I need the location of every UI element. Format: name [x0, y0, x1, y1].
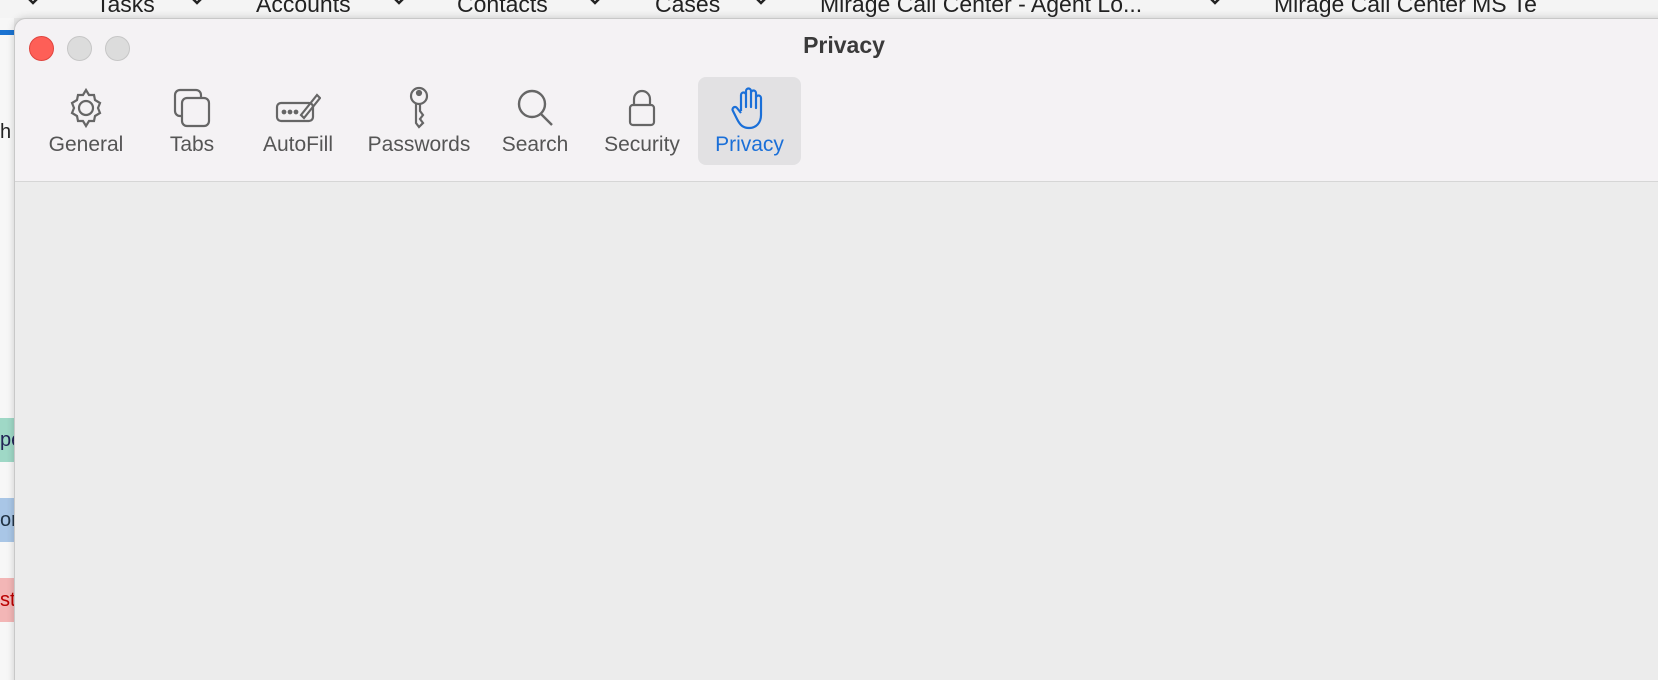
chevron-down-icon[interactable] — [1204, 0, 1226, 10]
hand-icon — [730, 87, 762, 130]
chevron-down-icon[interactable] — [22, 0, 44, 10]
magnifier-icon — [517, 89, 553, 126]
chevron-down-icon[interactable] — [750, 0, 772, 10]
tab-label: AutoFill — [262, 133, 334, 156]
tab-label: Privacy — [715, 133, 784, 156]
tab-general[interactable]: General — [41, 77, 131, 165]
chevron-down-icon[interactable] — [388, 0, 410, 10]
background-tab[interactable]: Cases — [655, 0, 720, 18]
background-fragment: h — [0, 110, 14, 154]
background-tab[interactable]: Accounts — [256, 0, 351, 18]
background-fragment: st — [0, 578, 14, 622]
tab-passwords[interactable]: Passwords — [359, 77, 479, 165]
window-title: Privacy — [803, 32, 885, 58]
chevron-down-icon[interactable] — [186, 0, 208, 10]
background-tab[interactable]: Mirage Call Center MS Te — [1274, 0, 1537, 18]
tab-label: Search — [501, 133, 569, 156]
tab-label: Tabs — [169, 133, 215, 156]
window-titlebar: Privacy General Tabs AutoFill Passwords … — [15, 19, 1658, 182]
tab-privacy[interactable]: Privacy — [698, 77, 801, 165]
tab-tabs[interactable]: Tabs — [147, 77, 237, 165]
tab-label: General — [48, 133, 124, 156]
tab-label: Security — [604, 133, 680, 156]
background-fragment: or — [0, 498, 14, 542]
background-tab[interactable]: Contacts — [457, 0, 548, 18]
lock-icon — [628, 89, 656, 127]
tabs-icon — [173, 88, 211, 128]
background-accent-bar — [0, 30, 14, 35]
privacy-settings-window: Privacy General Tabs AutoFill Passwords … — [14, 18, 1658, 680]
tab-autofill[interactable]: AutoFill — [253, 77, 343, 165]
tab-search[interactable]: Search — [495, 77, 575, 165]
chevron-down-icon[interactable] — [584, 0, 606, 10]
background-tab-bar: Tasks Accounts Contacts Cases Mirage Cal… — [0, 0, 1658, 18]
key-icon — [409, 86, 429, 129]
background-fragment: pe — [0, 418, 14, 462]
background-tab[interactable]: Tasks — [96, 0, 155, 18]
tab-security[interactable]: Security — [597, 77, 687, 165]
tab-label: Passwords — [367, 133, 471, 156]
gear-icon — [70, 87, 102, 129]
autofill-icon — [275, 93, 321, 123]
background-tab[interactable]: Mirage Call Center - Agent Lo... — [820, 0, 1142, 18]
